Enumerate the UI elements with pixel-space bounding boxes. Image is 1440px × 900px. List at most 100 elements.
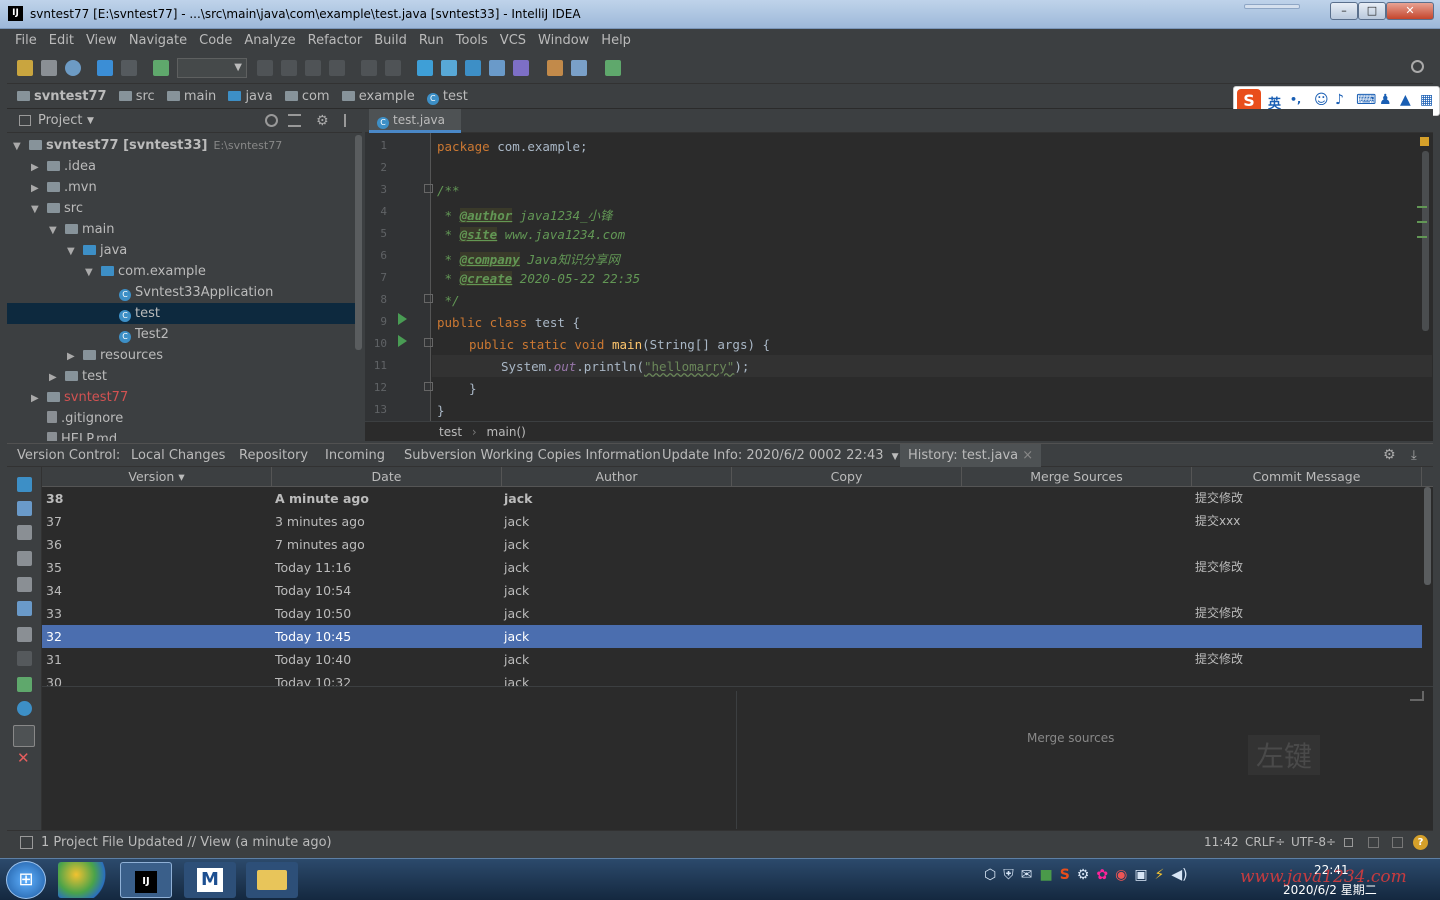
open-folder-icon[interactable] xyxy=(17,60,33,76)
column-date[interactable]: Date xyxy=(272,467,502,487)
status-message[interactable]: 1 Project File Updated // View (a minute… xyxy=(41,831,332,854)
column-copy[interactable]: Copy xyxy=(732,467,962,487)
crumb-class[interactable]: test xyxy=(439,425,462,439)
hide-panel-icon[interactable]: ⤓ xyxy=(1411,444,1417,467)
tree-item[interactable]: ▶ svntest77 xyxy=(7,387,362,408)
tree-item[interactable]: C Svntest33Application xyxy=(7,282,362,303)
menu-tools[interactable]: Tools xyxy=(450,29,494,53)
tray-power-icon[interactable]: ⚡ xyxy=(1155,867,1165,883)
code-editor[interactable]: 1 2 3 4 5 6 7 8 9 10 11 12 13 package com.example; /… xyxy=(365,133,1433,421)
table-row[interactable]: 38 A minute ago jack 提交修改 xyxy=(42,487,1422,510)
tray-shield-icon[interactable]: ⛨ xyxy=(1003,867,1014,883)
close-icon[interactable]: ✕ xyxy=(17,749,30,767)
fold-marker-icon[interactable] xyxy=(424,184,433,193)
menu-analyze[interactable]: Analyze xyxy=(238,29,301,53)
tray-flower-icon[interactable]: ✿ xyxy=(1096,867,1108,883)
column-merge-sources[interactable]: Merge Sources xyxy=(962,467,1192,487)
close-tab-icon[interactable]: × xyxy=(1022,448,1033,463)
ime-toolbox-icon[interactable]: ▦ xyxy=(1420,92,1433,108)
table-row[interactable]: 33 Today 10:50 jack 提交修改 xyxy=(42,602,1422,625)
column-author[interactable]: Author xyxy=(502,467,732,487)
search-everywhere-icon[interactable] xyxy=(1411,60,1424,73)
stop-icon[interactable] xyxy=(329,60,345,76)
menu-help[interactable]: Help xyxy=(595,29,637,53)
run-config-dropdown[interactable]: ▼ xyxy=(177,58,247,78)
create-patch-icon[interactable] xyxy=(17,525,32,540)
breadcrumb-src[interactable]: src xyxy=(113,84,157,109)
annotate-icon[interactable] xyxy=(17,577,32,592)
zoom-icon[interactable] xyxy=(13,725,35,747)
chevron-down-icon[interactable]: ▼ xyxy=(13,136,23,157)
menu-window[interactable]: Window xyxy=(532,29,595,53)
tree-item[interactable]: ▼ svntest77 [svntest33] E:\svntest77 xyxy=(7,135,362,156)
taskbar-intellij-icon[interactable]: IJ xyxy=(120,862,172,898)
menu-vcs[interactable]: VCS xyxy=(494,29,532,53)
table-row[interactable]: 36 7 minutes ago jack xyxy=(42,533,1422,556)
file-encoding[interactable]: UTF-8÷ xyxy=(1291,831,1336,854)
taskbar-explorer-icon[interactable] xyxy=(246,862,298,898)
save-icon[interactable] xyxy=(41,60,57,76)
ime-skin-icon[interactable]: ▲ xyxy=(1400,92,1411,108)
compare-icon[interactable] xyxy=(17,501,32,516)
ime-voice-icon[interactable]: ♪ xyxy=(1335,92,1344,108)
forward-arrow-icon[interactable] xyxy=(121,60,137,76)
get-revision-icon[interactable] xyxy=(17,551,32,566)
tray-settings-icon[interactable]: ⚙ xyxy=(1077,867,1090,883)
vcs-history-icon[interactable] xyxy=(465,60,481,76)
chevron-right-icon[interactable]: ▶ xyxy=(31,157,41,178)
close-button[interactable]: ✕ xyxy=(1386,2,1434,20)
filter-icon[interactable] xyxy=(17,651,32,666)
editor-scrollbar[interactable] xyxy=(1422,151,1429,331)
copy-revision-icon[interactable] xyxy=(17,627,32,642)
ime-keyboard-icon[interactable]: ⌨ xyxy=(1356,92,1376,108)
caret-position[interactable]: 11:42 xyxy=(1204,831,1239,854)
tray-display-icon[interactable]: ▣ xyxy=(1134,867,1147,883)
sdk-manager-icon[interactable] xyxy=(605,60,621,76)
chevron-down-icon[interactable]: ▼ xyxy=(85,262,95,283)
show-diff-icon[interactable] xyxy=(17,601,32,616)
vcs-compare-icon[interactable] xyxy=(417,60,433,76)
tray-app-icon[interactable]: ■ xyxy=(1039,867,1052,883)
chevron-down-icon[interactable]: ▼ xyxy=(31,199,41,220)
menu-navigate[interactable]: Navigate xyxy=(123,29,193,53)
collapse-all-icon[interactable] xyxy=(288,114,301,127)
build-icon[interactable] xyxy=(153,60,169,76)
tray-volume-icon[interactable]: ◀) xyxy=(1171,867,1187,883)
column-commit-message[interactable]: Commit Message xyxy=(1192,467,1422,487)
table-row[interactable]: 34 Today 10:54 jack xyxy=(42,579,1422,602)
menu-view[interactable]: View xyxy=(80,29,123,53)
breadcrumb-test[interactable]: Ctest xyxy=(421,84,470,109)
revert-icon[interactable] xyxy=(513,60,529,76)
menu-code[interactable]: Code xyxy=(193,29,238,53)
git-branch-icon[interactable] xyxy=(1368,837,1379,848)
tree-item[interactable]: ▶ test xyxy=(7,366,362,387)
menu-edit[interactable]: Edit xyxy=(43,29,80,53)
table-row[interactable]: 35 Today 11:16 jack 提交修改 xyxy=(42,556,1422,579)
table-row[interactable]: 32 Today 10:45 jack xyxy=(42,625,1422,648)
tree-item[interactable]: Ctest xyxy=(7,303,362,324)
project-view-selector[interactable]: Project xyxy=(38,109,82,133)
tree-item[interactable]: ▶ .idea xyxy=(7,156,362,177)
chevron-down-icon[interactable]: ▼ xyxy=(892,452,899,462)
vcs-update-icon[interactable] xyxy=(361,60,377,76)
sync-icon[interactable] xyxy=(65,60,81,76)
vcs-commit-icon[interactable] xyxy=(385,60,401,76)
table-row[interactable]: 37 3 minutes ago jack 提交xxx xyxy=(42,510,1422,533)
tree-item[interactable]: C Test2 xyxy=(7,324,362,345)
tree-item[interactable]: ▼ com.example xyxy=(7,261,362,282)
tab-update-info[interactable]: Update Info: 2020/6/2 0002 22:43 ▼ xyxy=(662,444,899,469)
chevron-right-icon[interactable]: ▶ xyxy=(31,178,41,199)
column-version[interactable]: Version ▾ xyxy=(42,467,272,487)
crumb-method[interactable]: main() xyxy=(487,425,526,439)
ime-user-icon[interactable]: ♟ xyxy=(1379,92,1392,108)
debug-icon[interactable] xyxy=(281,60,297,76)
settings-wrench-icon[interactable] xyxy=(547,60,563,76)
scroll-from-source-icon[interactable] xyxy=(265,114,278,127)
ime-punctuation-toggle[interactable]: •, xyxy=(1290,93,1301,106)
expand-icon[interactable] xyxy=(1410,691,1424,701)
table-scrollbar[interactable] xyxy=(1424,487,1431,585)
tab-incoming[interactable]: Incoming xyxy=(325,444,385,467)
chevron-down-icon[interactable]: ▼ xyxy=(49,220,59,241)
lock-icon[interactable] xyxy=(1344,838,1353,847)
breadcrumb-com[interactable]: com xyxy=(279,84,332,109)
